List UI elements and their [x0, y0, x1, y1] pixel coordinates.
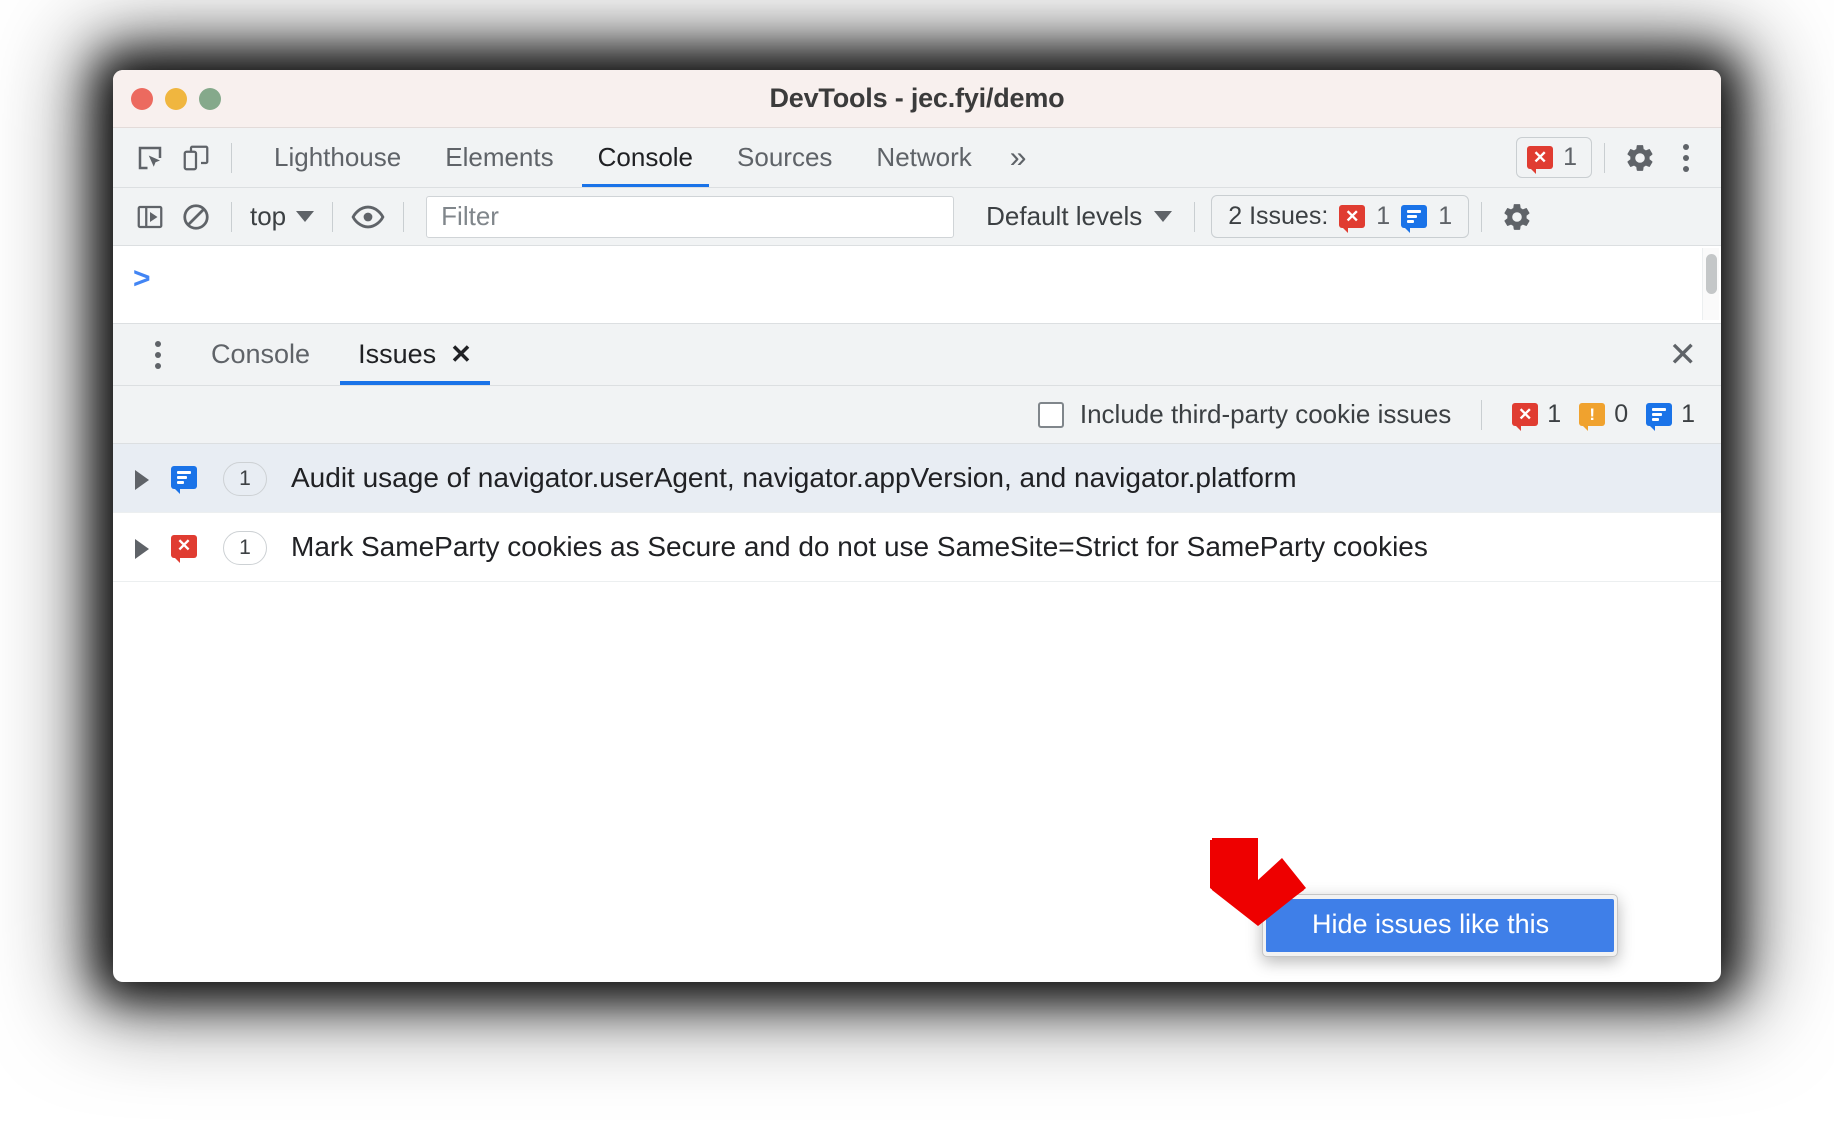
chevron-down-icon [296, 211, 315, 222]
warning-count-group: ! 0 [1579, 400, 1629, 431]
warning-badge-icon: ! [1579, 403, 1606, 431]
warning-count-value: 0 [1614, 400, 1629, 428]
context-menu-item-hide-issues[interactable]: Hide issues like this [1266, 899, 1614, 952]
info-badge-icon [171, 466, 197, 494]
error-count-group: ✕ 1 [1512, 400, 1562, 431]
third-party-cookie-checkbox-row[interactable]: Include third-party cookie issues [1037, 399, 1452, 430]
console-scrollbar[interactable] [1702, 248, 1719, 320]
error-count-value: 1 [1547, 400, 1562, 428]
include-third-party-cookie-issues-label: Include third-party cookie issues [1079, 399, 1452, 429]
javascript-context-selector[interactable]: top [244, 201, 320, 232]
kebab-dot [1683, 143, 1689, 150]
kebab-dot [155, 340, 161, 347]
issues-bar-divider [1481, 399, 1483, 430]
clear-console-icon[interactable] [173, 194, 219, 240]
info-count-value: 1 [1681, 400, 1695, 428]
console-toolbar-divider [332, 201, 334, 232]
tab-lighthouse-label: Lighthouse [274, 142, 402, 172]
tab-lighthouse[interactable]: Lighthouse [252, 128, 423, 187]
console-toolbar-divider [1481, 201, 1483, 232]
issues-info-count: 1 [1438, 202, 1453, 230]
kebab-dot [1683, 154, 1689, 161]
error-badge-icon: ✕ [1339, 205, 1366, 233]
tab-sources[interactable]: Sources [715, 128, 854, 187]
console-toolbar: top Filter Default levels 2 Issues: ✕ 1 … [113, 188, 1721, 246]
issue-title: Mark SameParty cookies as Secure and do … [291, 530, 1428, 562]
close-issues-tab-icon[interactable]: ✕ [450, 339, 472, 370]
console-toolbar-divider [1194, 201, 1196, 232]
issue-row[interactable]: ✕ 1 Mark SameParty cookies as Secure and… [113, 513, 1721, 582]
chevron-down-icon [1154, 211, 1173, 222]
console-prompt-chevron-icon: > [133, 262, 151, 295]
info-badge-icon [1401, 205, 1428, 233]
console-output-area[interactable]: > [113, 246, 1721, 324]
toolbar-divider [231, 142, 232, 173]
console-filter-placeholder: Filter [441, 201, 499, 231]
kebab-dot [155, 362, 161, 369]
devtools-window: DevTools - jec.fyi/demo Lighthouse Eleme… [113, 70, 1721, 982]
console-toolbar-divider [403, 201, 405, 232]
tab-network[interactable]: Network [854, 128, 993, 187]
console-filter-input[interactable]: Filter [426, 195, 955, 238]
title-bar: DevTools - jec.fyi/demo [113, 70, 1721, 128]
more-options-kebab-icon[interactable] [1663, 135, 1709, 181]
inspect-element-icon[interactable] [127, 135, 173, 181]
expand-issue-triangle-icon[interactable] [135, 470, 149, 490]
drawer-tab-bar: Console Issues ✕ ✕ [113, 324, 1721, 386]
kebab-dot [155, 351, 161, 358]
kebab-dot [1683, 165, 1689, 172]
right-controls-divider [1604, 142, 1605, 173]
issue-occurrence-count: 1 [223, 462, 267, 496]
context-menu: Hide issues like this [1262, 894, 1618, 957]
issues-summary-button[interactable]: 2 Issues: ✕ 1 1 [1211, 195, 1470, 238]
screenshot-root: DevTools - jec.fyi/demo Lighthouse Eleme… [0, 0, 1834, 1132]
show-console-sidebar-icon[interactable] [127, 194, 173, 240]
issues-filter-bar: Include third-party cookie issues ✕ 1 ! … [113, 386, 1721, 444]
issue-row[interactable]: 1 Audit usage of navigator.userAgent, na… [113, 444, 1721, 513]
issues-list: 1 Audit usage of navigator.userAgent, na… [113, 444, 1721, 957]
include-third-party-cookie-issues-checkbox[interactable] [1037, 401, 1064, 428]
error-badge-icon: ✕ [1512, 403, 1539, 431]
issue-title: Audit usage of navigator.userAgent, navi… [291, 462, 1297, 493]
panel-tabs: Lighthouse Elements Console Sources Netw… [252, 128, 1042, 187]
info-badge-icon [1646, 403, 1673, 431]
red-pointer-arrow [1206, 836, 1312, 933]
close-drawer-icon[interactable]: ✕ [1669, 335, 1704, 375]
expand-issue-triangle-icon[interactable] [135, 538, 149, 559]
tab-console[interactable]: Console [576, 128, 715, 187]
context-selector-value: top [250, 201, 287, 231]
live-expression-eye-icon[interactable] [345, 194, 391, 240]
main-tab-bar: Lighthouse Elements Console Sources Netw… [113, 128, 1721, 188]
more-tabs-label: » [1009, 140, 1027, 174]
drawer-tab-issues-label: Issues [358, 339, 437, 369]
more-tabs-chevron-icon[interactable]: » [994, 128, 1043, 187]
drawer-tab-console[interactable]: Console [193, 324, 328, 385]
issues-error-count: 1 [1376, 202, 1391, 230]
error-count-pill[interactable]: ✕ 1 [1516, 137, 1592, 178]
settings-gear-icon[interactable] [1617, 135, 1663, 181]
issue-occurrence-count: 1 [223, 530, 267, 565]
log-levels-value: Default levels [986, 201, 1143, 231]
more-tools-kebab-icon[interactable] [135, 332, 181, 378]
tab-network-label: Network [876, 142, 972, 172]
device-toolbar-icon[interactable] [173, 135, 219, 181]
tab-elements-label: Elements [445, 142, 554, 172]
error-count-value: 1 [1563, 143, 1577, 171]
issue-kind-counts: ✕ 1 ! 0 1 [1512, 400, 1703, 431]
error-badge-icon: ✕ [1527, 146, 1554, 174]
tab-elements[interactable]: Elements [423, 128, 575, 187]
drawer-tab-console-label: Console [211, 339, 311, 369]
log-levels-selector[interactable]: Default levels [976, 201, 1182, 232]
drawer-tab-issues[interactable]: Issues ✕ [340, 324, 490, 385]
tab-bar-right-controls: ✕ 1 [1516, 135, 1709, 181]
tab-sources-label: Sources [737, 142, 833, 172]
console-settings-gear-icon[interactable] [1494, 194, 1540, 240]
tab-console-label: Console [597, 142, 694, 172]
window-title: DevTools - jec.fyi/demo [769, 83, 1065, 113]
error-badge-icon: ✕ [171, 534, 197, 563]
issues-summary-label: 2 Issues: [1228, 202, 1329, 230]
info-count-group: 1 [1646, 400, 1695, 431]
console-scrollbar-thumb[interactable] [1706, 254, 1717, 294]
console-toolbar-divider [231, 201, 232, 232]
